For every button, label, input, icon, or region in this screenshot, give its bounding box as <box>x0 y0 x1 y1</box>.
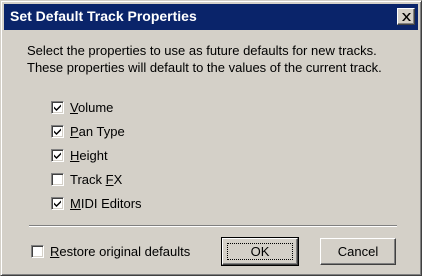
ok-button[interactable]: OK <box>221 237 299 266</box>
checkmark-icon <box>54 152 61 159</box>
track-fx-checkbox-row[interactable]: Track FX <box>51 170 122 188</box>
pan-type-checkbox-row[interactable]: Pan Type <box>51 122 125 140</box>
midi-editors-label: MIDI Editors <box>70 195 142 211</box>
volume-checkbox[interactable] <box>51 100 64 114</box>
volume-checkbox-row[interactable]: Volume <box>51 98 113 116</box>
close-icon <box>401 9 411 24</box>
height-checkbox-row[interactable]: Height <box>51 146 108 164</box>
volume-label: Volume <box>70 99 114 115</box>
checkmark-icon <box>54 128 61 135</box>
midi-editors-checkbox-row[interactable]: MIDI Editors <box>51 194 142 212</box>
separator <box>29 225 397 227</box>
pan-type-label: Pan Type <box>70 123 125 139</box>
description-line-2: These properties will default to the val… <box>27 60 382 75</box>
checkmark-icon <box>54 104 61 111</box>
dialog-title: Set Default Track Properties <box>10 8 197 24</box>
description-text: Select the properties to use as future d… <box>27 42 417 76</box>
title-bar[interactable]: Set Default Track Properties <box>4 4 418 30</box>
focus-rectangle <box>227 243 293 260</box>
pan-type-checkbox[interactable] <box>51 124 64 138</box>
height-label: Height <box>70 147 108 163</box>
midi-editors-checkbox[interactable] <box>51 196 64 210</box>
set-default-track-properties-dialog: Set Default Track Properties Select the … <box>0 0 422 276</box>
height-checkbox[interactable] <box>51 148 64 162</box>
restore-defaults-checkbox-row[interactable]: Restore original defaults <box>31 242 190 260</box>
track-fx-label: Track FX <box>70 171 123 187</box>
restore-defaults-checkbox[interactable] <box>31 244 44 258</box>
cancel-button[interactable]: Cancel <box>320 238 396 265</box>
track-fx-checkbox[interactable] <box>51 172 64 186</box>
checkmark-icon <box>54 200 61 207</box>
restore-defaults-label: Restore original defaults <box>50 243 191 259</box>
cancel-button-label: Cancel <box>337 244 379 259</box>
close-button[interactable] <box>397 8 415 25</box>
description-line-1: Select the properties to use as future d… <box>27 43 377 58</box>
